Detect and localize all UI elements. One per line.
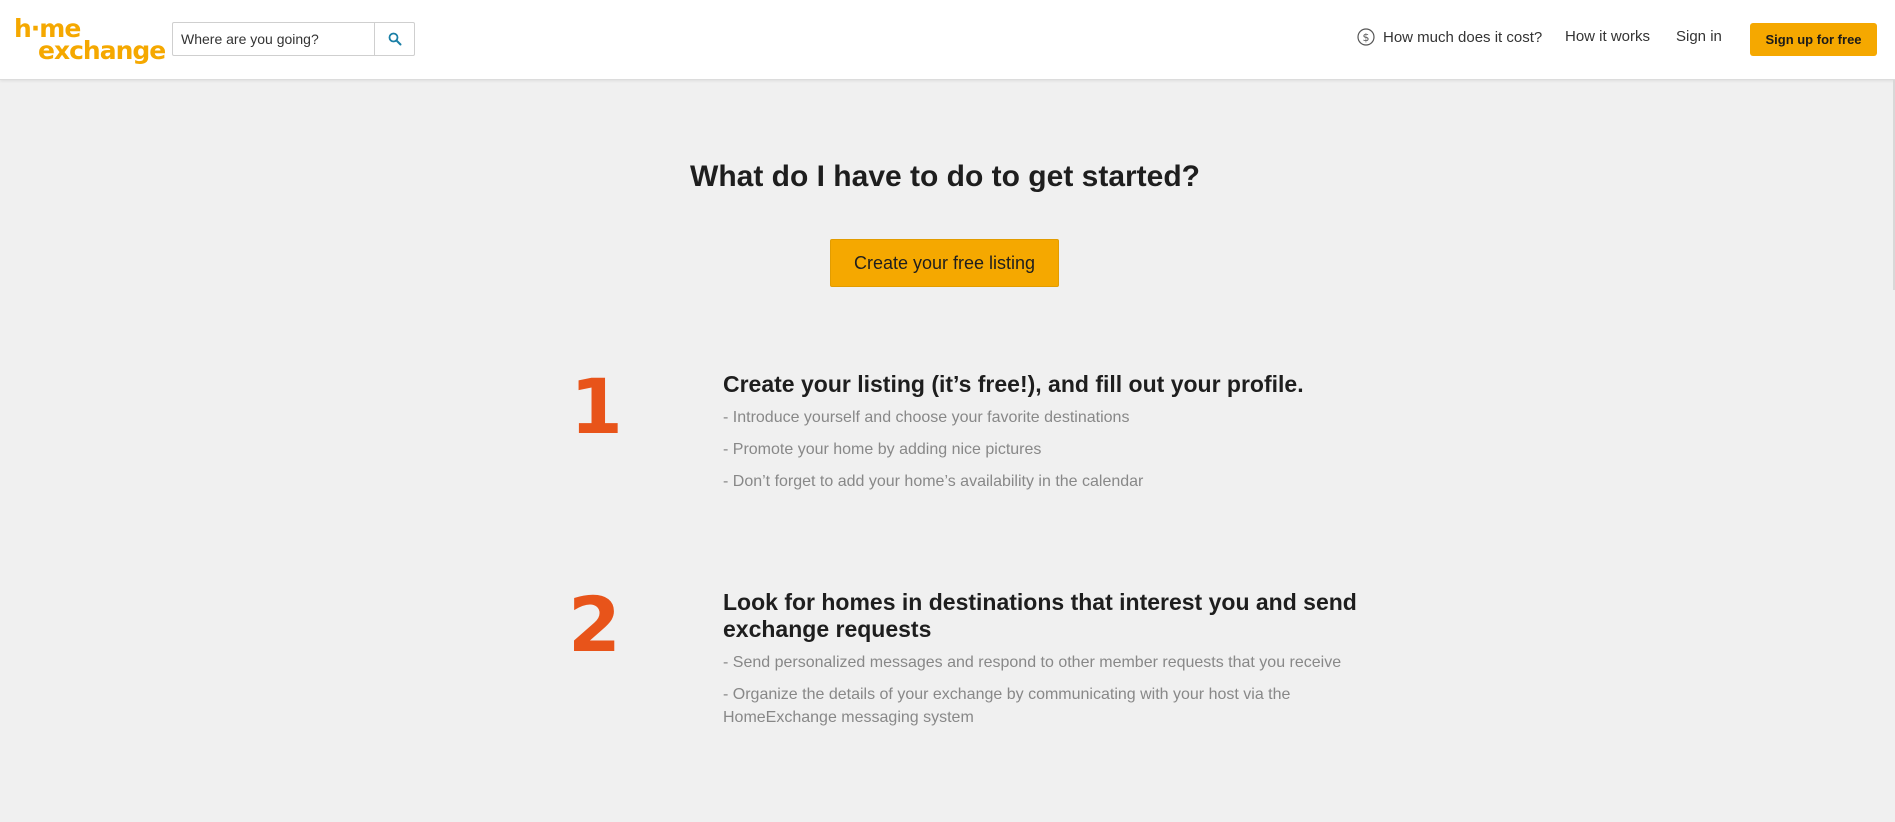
- step-2: Look for homes in destinations that inte…: [723, 589, 1383, 729]
- step-detail: - Introduce yourself and choose your fav…: [723, 409, 1130, 426]
- nav-how-it-works[interactable]: How it works: [1565, 28, 1650, 45]
- step-number-2: 2: [568, 580, 621, 669]
- destination-search: [172, 22, 415, 56]
- svg-text:$: $: [1363, 31, 1370, 44]
- nav-cost-label: How much does it cost?: [1383, 28, 1543, 46]
- top-header: h·me exchange $ How much does it cost? H…: [0, 0, 1895, 80]
- nav-how-much-cost[interactable]: $ How much does it cost?: [1357, 28, 1542, 46]
- dollar-circle-icon: $: [1357, 28, 1375, 46]
- step-title: Look for homes in destinations that inte…: [723, 589, 1357, 642]
- search-icon: [388, 32, 401, 46]
- step-number-1: 1: [570, 362, 623, 451]
- signup-button[interactable]: Sign up for free: [1750, 23, 1877, 56]
- step-title: Create your listing (it’s free!), and fi…: [723, 371, 1304, 397]
- search-button[interactable]: [374, 23, 414, 55]
- nav-sign-in[interactable]: Sign in: [1676, 28, 1722, 45]
- search-input[interactable]: [173, 23, 374, 55]
- page-title: What do I have to do to get started?: [690, 160, 1200, 193]
- homeexchange-logo[interactable]: h·me exchange: [14, 16, 166, 64]
- step-detail: - Don’t forget to add your home’s availa…: [723, 473, 1144, 490]
- step-1: Create your listing (it’s free!), and fi…: [723, 371, 1383, 493]
- step-detail: - Promote your home by adding nice pictu…: [723, 441, 1042, 458]
- step-detail: - Send personalized messages and respond…: [723, 654, 1342, 671]
- step-detail: - Organize the details of your exchange …: [723, 686, 1291, 726]
- create-listing-button[interactable]: Create your free listing: [830, 239, 1059, 287]
- logo-text-line2: exchange: [38, 36, 166, 65]
